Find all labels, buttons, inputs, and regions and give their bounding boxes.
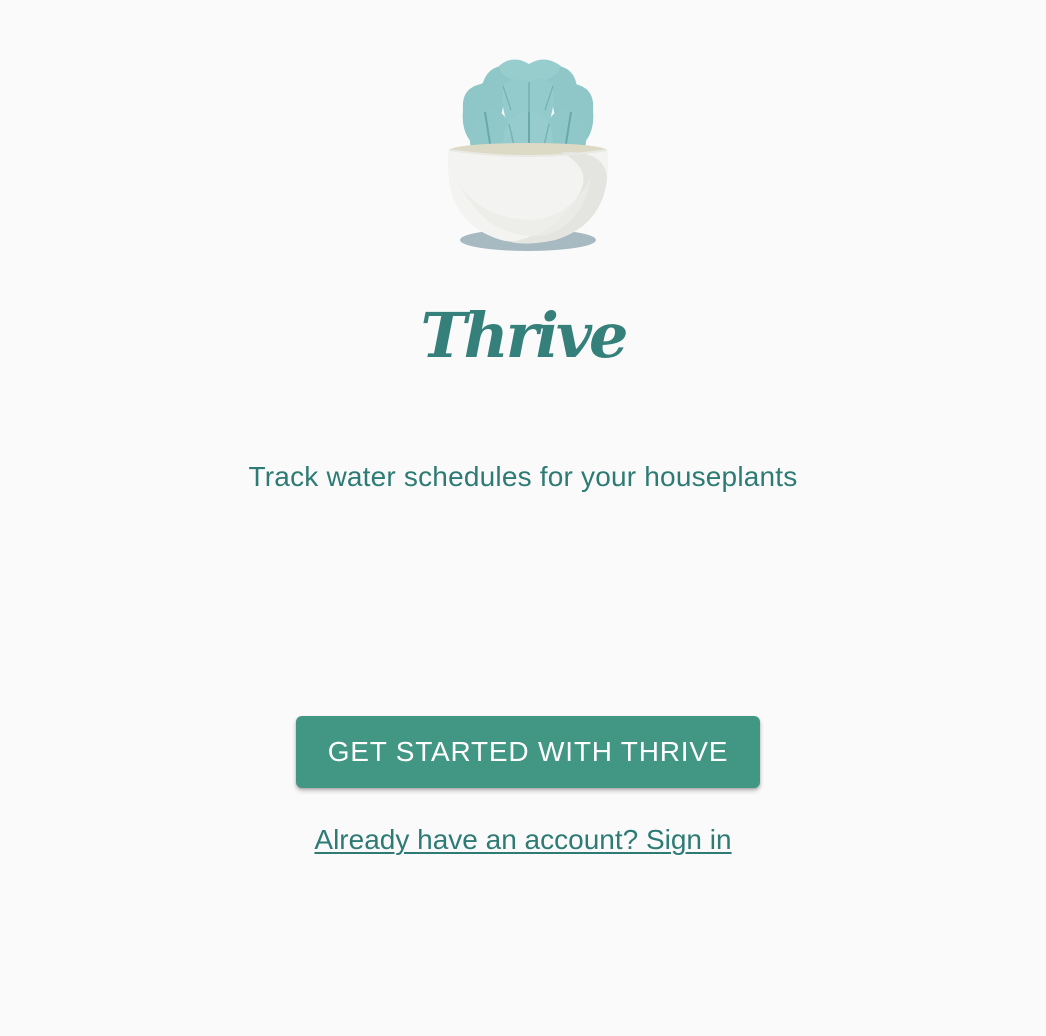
welcome-screen: Thrive Track water schedules for your ho… (0, 0, 1046, 1036)
tagline: Track water schedules for your houseplan… (248, 461, 798, 492)
succulent-pot-icon (441, 50, 615, 256)
app-title: Thrive (420, 299, 629, 372)
signin-row: Already have an account? Sign in (0, 822, 1046, 858)
sign-in-link[interactable]: Already have an account? Sign in (314, 824, 731, 855)
get-started-button[interactable]: GET STARTED WITH THRIVE (296, 716, 760, 788)
